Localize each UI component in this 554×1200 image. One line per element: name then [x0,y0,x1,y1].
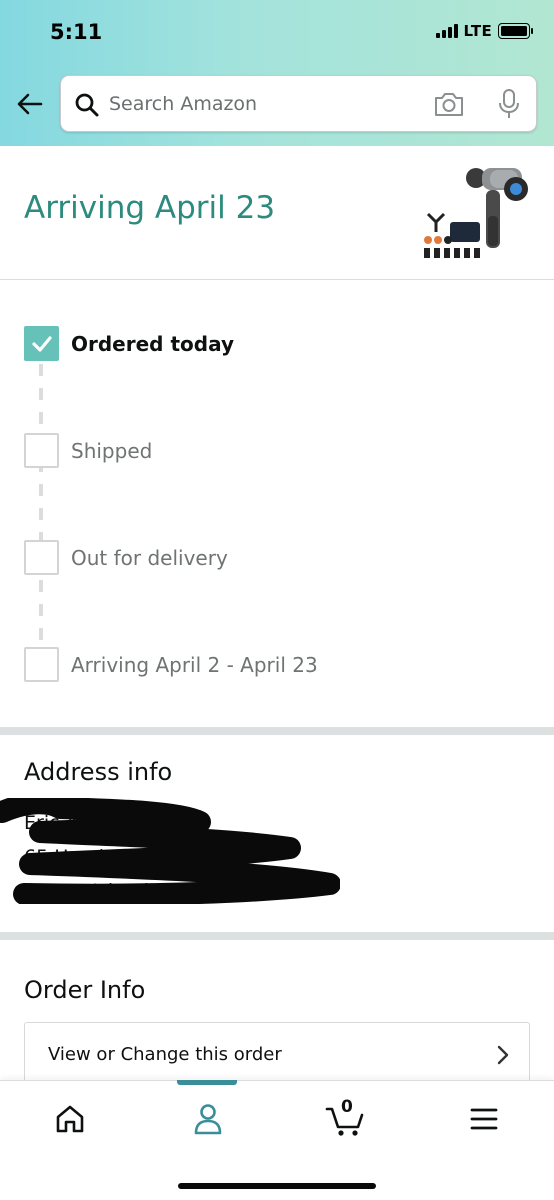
back-arrow-icon[interactable] [14,88,46,120]
signal-icon [435,24,458,38]
search-bar[interactable] [60,75,537,132]
active-tab-indicator [177,1080,237,1085]
tracker-progress-line [39,364,43,664]
tracker-step-label: Ordered today [71,331,234,356]
arrival-title: Arriving April 23 [24,190,276,226]
section-divider [0,932,554,940]
empty-checkbox-icon [24,647,59,682]
product-thumbnail[interactable] [420,156,532,266]
search-input[interactable] [109,88,409,120]
address-info-title: Address info [24,758,173,786]
battery-icon [498,23,533,39]
bottom-navigation: 0 [0,1080,554,1200]
network-label: LTE [463,22,492,40]
menu-icon[interactable] [462,1099,506,1139]
tracker-step-arriving: Arriving April 2 - April 23 [24,647,318,682]
arrival-header: Arriving April 23 [0,146,554,280]
camera-icon[interactable] [433,90,465,118]
view-change-order-button[interactable]: View or Change this order [24,1022,530,1088]
empty-checkbox-icon [24,540,59,575]
tracker-step-label: Shipped [71,438,153,463]
app-header: 5:11 LTE [0,0,554,146]
cart-count: 0 [341,1097,353,1117]
tracker-step-label: Out for delivery [71,545,228,570]
tracker-step-ordered: Ordered today [24,326,234,361]
redaction-scribble [0,798,340,904]
chevron-right-icon [497,1045,509,1065]
account-icon[interactable] [186,1099,230,1139]
cart-button[interactable]: 0 [324,1097,368,1139]
view-change-order-label: View or Change this order [48,1044,282,1065]
check-icon [24,326,59,361]
tracker-step-label: Arriving April 2 - April 23 [71,652,318,677]
section-divider [0,727,554,735]
empty-checkbox-icon [24,433,59,468]
tracker-step-shipped: Shipped [24,433,152,468]
tracker-step-out-for-delivery: Out for delivery [24,540,228,575]
microphone-icon[interactable] [497,88,521,120]
shipment-tracker: Ordered today Shipped Out for delivery A… [0,280,554,728]
status-time: 5:11 [50,20,103,44]
order-info-title: Order Info [24,976,146,1004]
home-icon[interactable] [48,1099,92,1139]
search-icon [75,93,99,117]
home-indicator[interactable] [178,1183,376,1189]
status-indicators: LTE [435,22,533,40]
